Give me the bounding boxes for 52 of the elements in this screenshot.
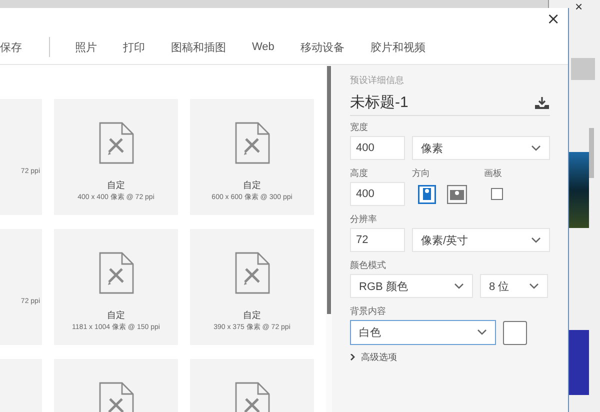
field-label: 背景内容 <box>350 306 387 317</box>
field-label: 分辨率 <box>350 214 378 225</box>
preset-title: 自定 <box>243 309 261 322</box>
preset-title: 自定 <box>107 179 125 192</box>
chevron-right-icon <box>350 354 356 361</box>
field-label: 高度 <box>350 168 369 179</box>
dropdown[interactable]: RGB 颜色 <box>350 274 473 298</box>
tab[interactable]: 打印 <box>110 40 158 54</box>
input-field[interactable]: 72 <box>350 228 405 252</box>
field-label: 方向 <box>412 168 431 179</box>
portrait-icon[interactable] <box>418 184 436 204</box>
scrollbar-thumb[interactable] <box>327 66 331 314</box>
chevron-down-icon <box>454 282 464 290</box>
document-icon <box>234 122 270 164</box>
save-icon[interactable] <box>534 96 550 110</box>
field-label: 宽度 <box>350 122 369 133</box>
document-icon <box>234 252 270 294</box>
tab[interactable]: 照片 <box>62 40 110 54</box>
input-field[interactable]: 400 <box>350 136 405 160</box>
document-icon <box>98 122 134 164</box>
tab[interactable]: Web <box>239 41 288 53</box>
avatar-icon <box>571 58 595 80</box>
chevron-down-icon <box>531 144 541 152</box>
document-icon <box>234 382 270 412</box>
document-icon <box>98 382 134 412</box>
chevron-down-icon <box>531 236 541 244</box>
chevron-down-icon <box>529 282 539 290</box>
document-name: 未标题-1 <box>350 93 408 112</box>
document-icon <box>98 252 134 294</box>
checkbox[interactable] <box>491 188 503 200</box>
scrollbar-thumb[interactable] <box>589 128 594 178</box>
input-field[interactable]: 400 <box>350 182 405 206</box>
tab[interactable]: 胶片和视频 <box>357 40 438 54</box>
landscape-icon[interactable] <box>447 184 467 204</box>
disclosure-toggle[interactable]: 高级选项 <box>350 351 397 364</box>
tab[interactable]: 图稿和插图 <box>158 40 239 54</box>
tab[interactable]: 移动设备 <box>287 40 358 54</box>
field-label: 颜色模式 <box>350 260 387 271</box>
dropdown[interactable]: 白色 <box>350 320 496 345</box>
preset-title: 自定 <box>107 309 125 322</box>
dropdown[interactable]: 像素 <box>412 136 550 160</box>
photo-placeholder <box>569 330 589 395</box>
dropdown[interactable]: 8 位 <box>480 274 548 298</box>
preset-title: 自定 <box>243 179 261 192</box>
field-label: 画板 <box>484 168 502 179</box>
chevron-down-icon <box>477 329 487 336</box>
panel-heading: 预设详细信息 <box>350 74 405 87</box>
dropdown[interactable]: 像素/英寸 <box>412 228 550 252</box>
close-button[interactable]: × <box>542 11 568 27</box>
color-swatch[interactable] <box>503 320 527 344</box>
tab[interactable]: 保存 <box>0 40 35 54</box>
close-button[interactable]: × <box>575 0 583 14</box>
